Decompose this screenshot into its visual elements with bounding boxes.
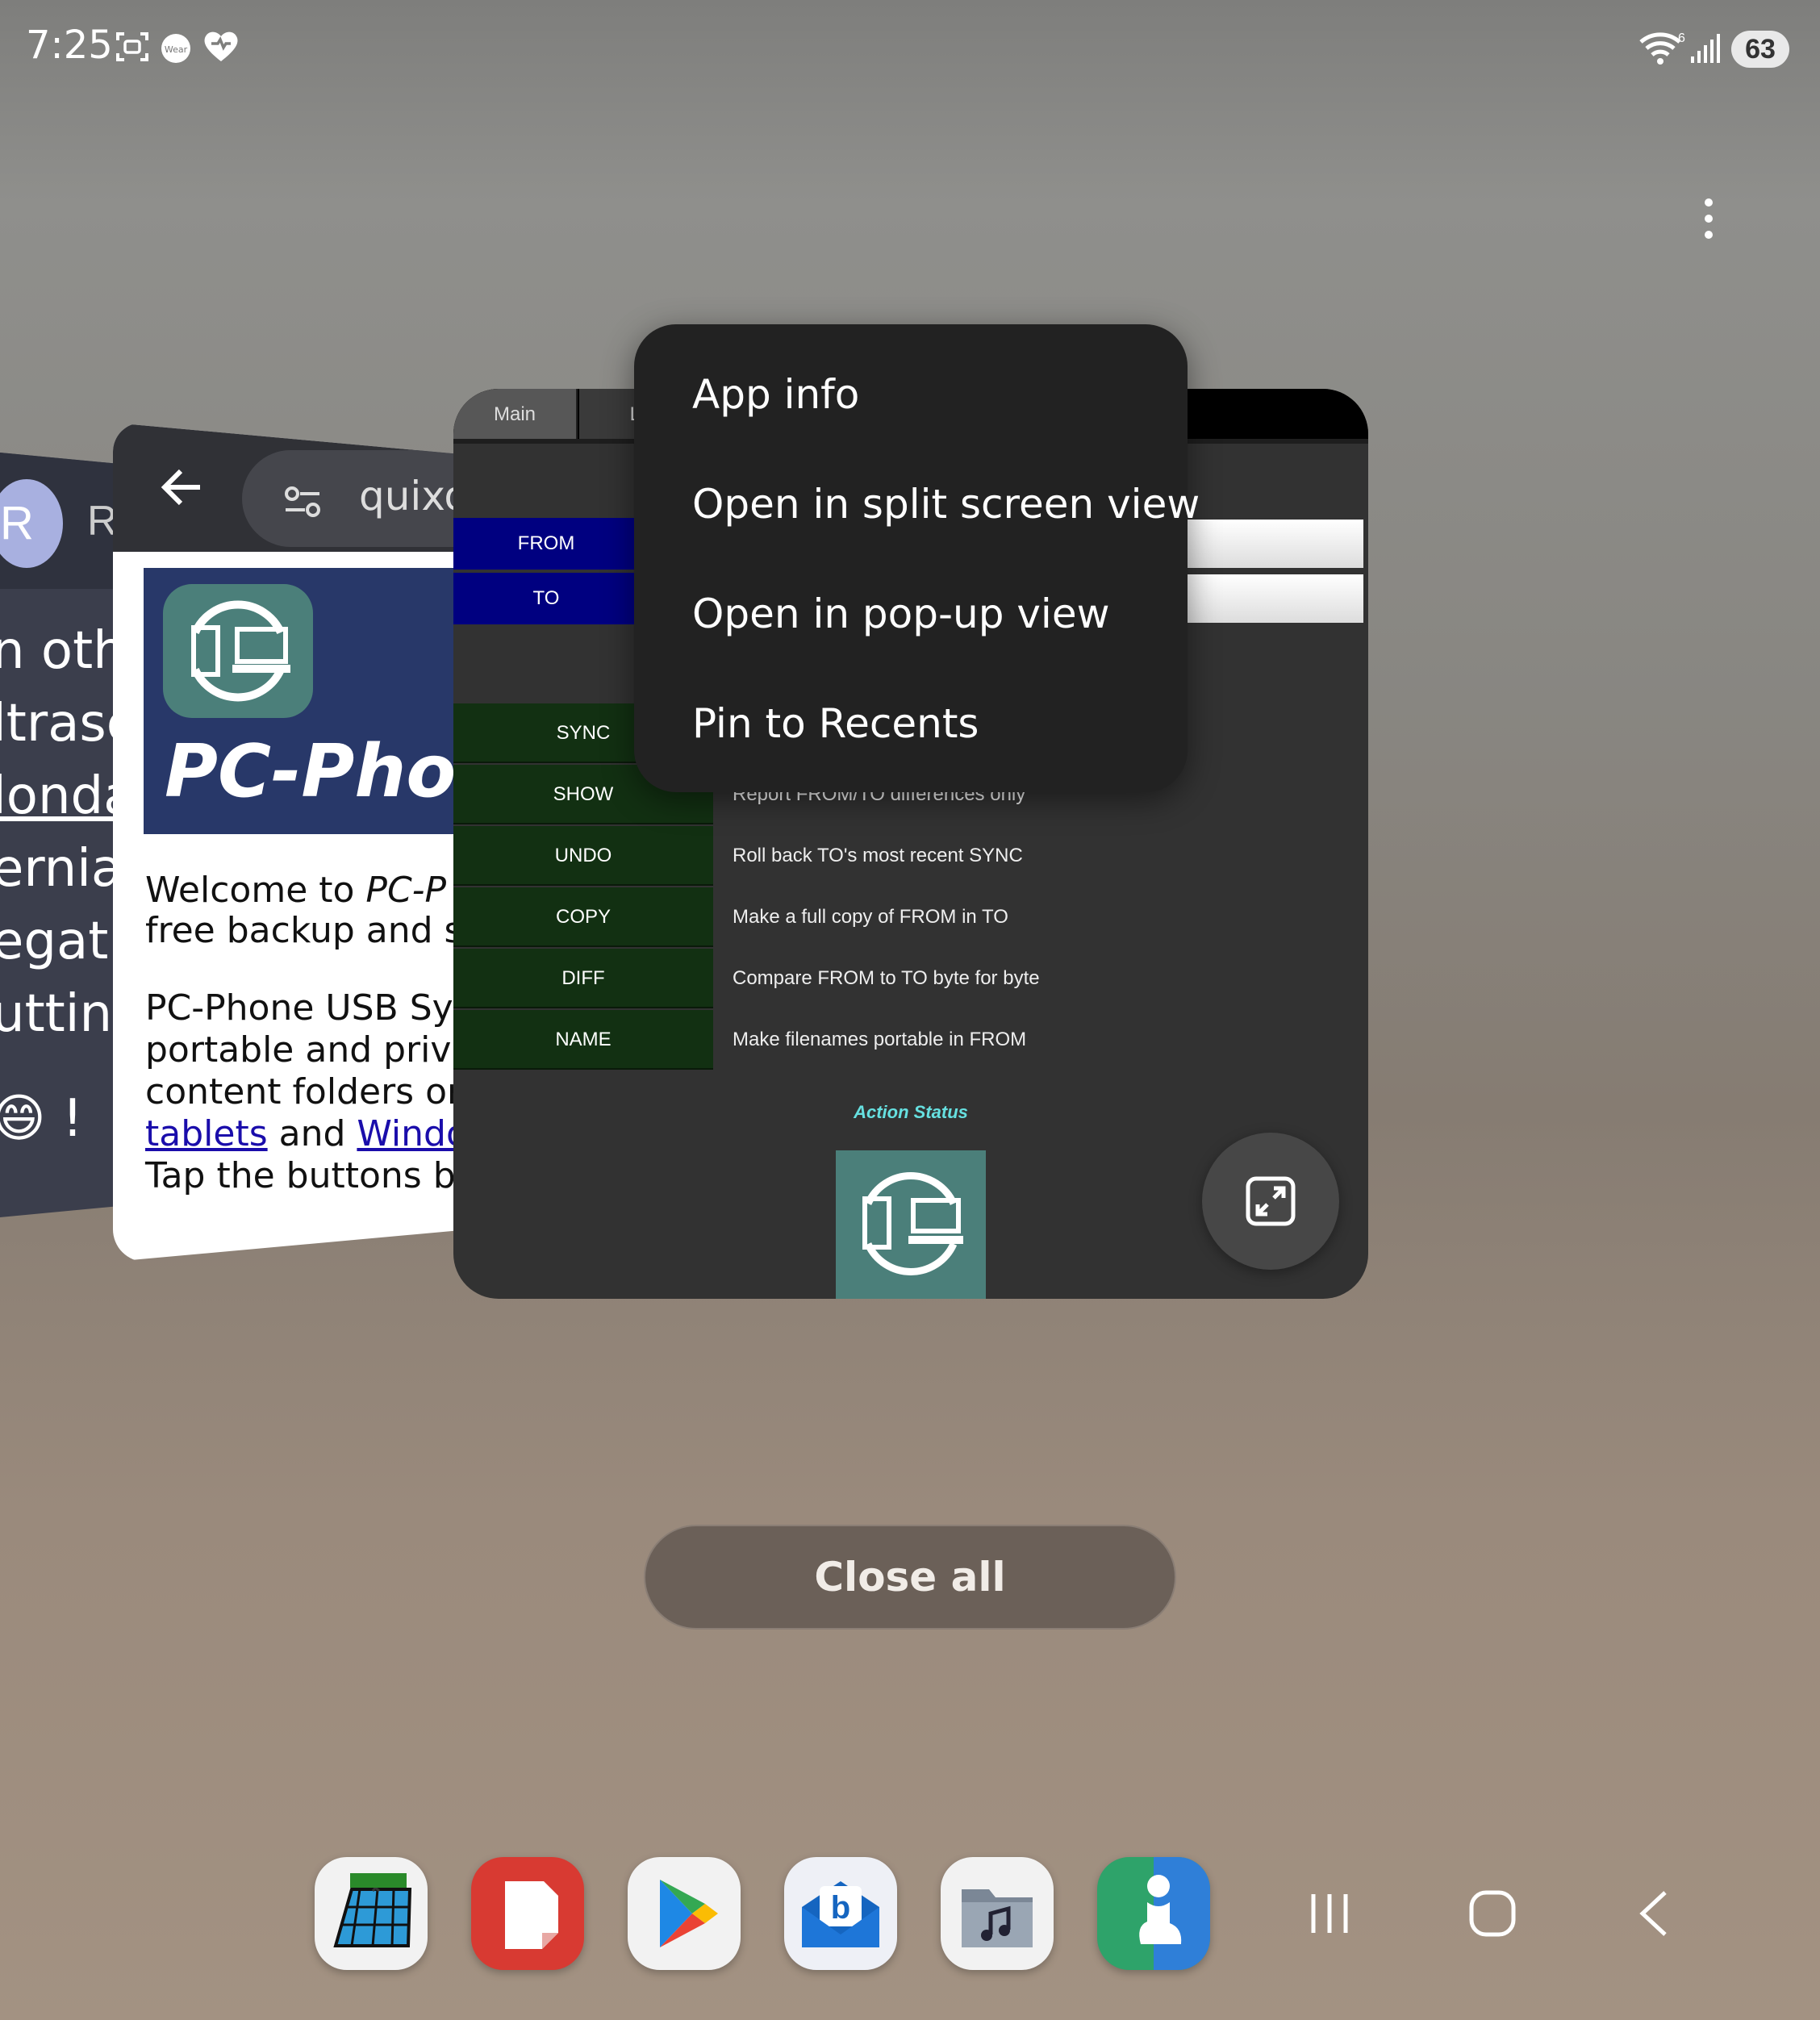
windows-link[interactable]: Windo xyxy=(357,1113,468,1154)
sync-logo-icon xyxy=(163,584,313,718)
home-nav-button[interactable] xyxy=(1467,1888,1518,1943)
and-text: and xyxy=(267,1113,357,1154)
avatar-next: R xyxy=(87,498,118,545)
action-row: COPY Make a full copy of FROM in TO xyxy=(453,887,1368,949)
welcome-text: Welcome to PC-P xyxy=(145,870,446,911)
intro-text-1: PC-Phone USB Sy xyxy=(145,987,453,1029)
welcome-text-start: Welcome to xyxy=(145,870,366,911)
play-store-icon[interactable] xyxy=(628,1857,741,1970)
menu-item-popup-view[interactable]: Open in pop-up view xyxy=(692,591,1109,637)
health-icon xyxy=(202,29,240,69)
accessibility-app-icon[interactable] xyxy=(1097,1857,1210,1970)
message-line: 😄 ! xyxy=(0,1089,83,1149)
message-line: ernia xyxy=(0,839,123,899)
site-settings-icon[interactable] xyxy=(281,482,326,525)
wifi-icon: 6 xyxy=(1638,31,1686,70)
tab-main[interactable]: Main xyxy=(453,389,578,440)
svg-text:6: 6 xyxy=(1678,31,1685,45)
notes-app-icon[interactable] xyxy=(471,1857,584,1970)
action-row: NAME Make filenames portable in FROM xyxy=(453,1010,1368,1071)
action-row: UNDO Roll back TO's most recent SYNC xyxy=(453,826,1368,887)
close-all-button[interactable]: Close all xyxy=(644,1525,1176,1630)
screenshot-icon xyxy=(115,29,150,69)
signal-icon xyxy=(1689,32,1722,69)
action-desc: Compare FROM to TO byte for byte xyxy=(733,967,1040,989)
menu-item-pin-to-recents[interactable]: Pin to Recents xyxy=(692,700,979,747)
action-row: DIFF Compare FROM to TO byte for byte xyxy=(453,949,1368,1010)
diff-button[interactable]: DIFF xyxy=(453,949,713,1008)
browser-toolbar: quixo xyxy=(113,423,484,552)
wear-icon: Wear xyxy=(160,32,192,69)
more-options-button[interactable] xyxy=(1693,194,1725,245)
intro-text-4: tablets and Windo xyxy=(145,1113,468,1154)
undo-button[interactable]: UNDO xyxy=(453,826,713,886)
expand-button[interactable] xyxy=(1202,1133,1339,1270)
name-button[interactable]: NAME xyxy=(453,1010,713,1070)
from-label: FROM xyxy=(453,518,639,570)
recent-card-browser[interactable]: quixo PC-Phon Welcome to PC-P free backu… xyxy=(113,423,484,1262)
menu-item-app-info[interactable]: App info xyxy=(692,371,859,418)
intro-text-3: content folders or xyxy=(145,1071,462,1112)
tablets-link[interactable]: tablets xyxy=(145,1113,268,1154)
status-time: 7:25 xyxy=(26,23,113,68)
recents-nav-button[interactable] xyxy=(1307,1888,1352,1943)
action-desc: Roll back TO's most recent SYNC xyxy=(733,845,1023,866)
copy-button[interactable]: COPY xyxy=(453,887,713,947)
welcome-text-2: free backup and s xyxy=(145,910,463,951)
app-logo-icon xyxy=(836,1150,986,1299)
svg-text:b: b xyxy=(831,1890,850,1926)
music-files-icon[interactable] xyxy=(941,1857,1054,1970)
site-banner: PC-Phon xyxy=(144,568,484,834)
back-arrow-icon[interactable] xyxy=(158,463,207,515)
action-desc: Make a full copy of FROM in TO xyxy=(733,906,1008,928)
calendar-app-icon[interactable] xyxy=(315,1857,428,1970)
action-status-title: Action Status xyxy=(854,1102,968,1122)
to-label: TO xyxy=(453,573,639,624)
menu-item-split-screen[interactable]: Open in split screen view xyxy=(692,481,1200,528)
back-nav-button[interactable] xyxy=(1633,1888,1675,1943)
mail-app-icon[interactable]: b xyxy=(784,1857,897,1970)
omnibox[interactable]: quixo xyxy=(242,450,484,547)
banner-brand: PC-Phon xyxy=(165,729,484,814)
svg-text:Wear: Wear xyxy=(165,44,188,55)
action-desc: Make filenames portable in FROM xyxy=(733,1029,1027,1050)
omnibox-text: quixo xyxy=(359,473,469,520)
intro-text-5: Tap the buttons b xyxy=(145,1155,456,1196)
message-line: egati xyxy=(0,912,123,971)
battery-badge: 63 xyxy=(1731,31,1789,68)
context-menu: App info Open in split screen view Open … xyxy=(634,324,1200,792)
intro-text-2: portable and priva xyxy=(145,1029,474,1071)
welcome-text-italic: PC-P xyxy=(365,870,447,911)
avatar: R xyxy=(0,479,63,568)
